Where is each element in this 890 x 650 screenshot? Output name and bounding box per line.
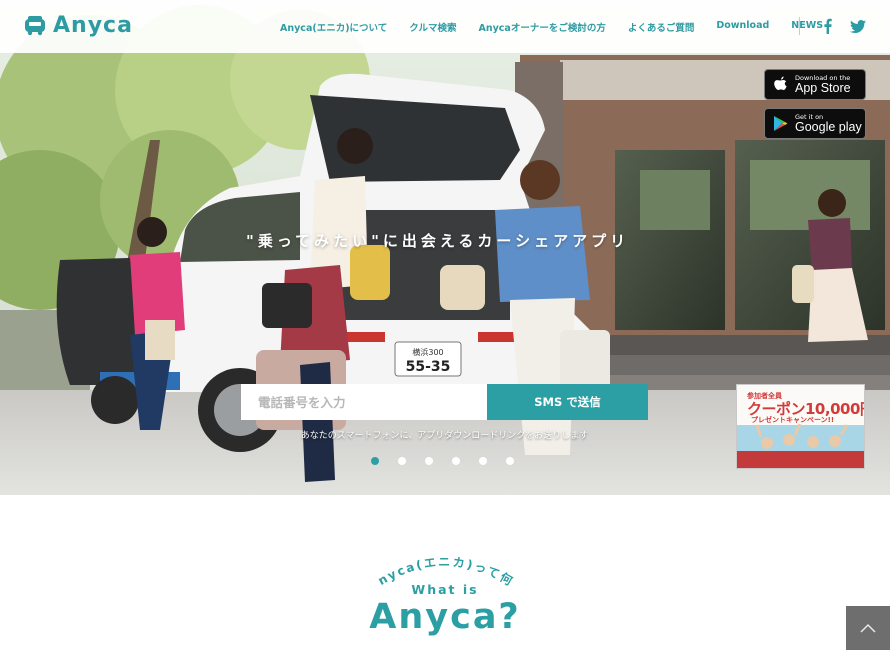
facebook-icon <box>823 18 832 34</box>
twitter-link[interactable] <box>849 17 867 35</box>
facebook-link[interactable] <box>818 17 836 35</box>
car-logo-icon <box>25 16 45 36</box>
google-play-badge[interactable]: Get it on Google play <box>764 108 866 139</box>
nav-car-search[interactable]: クルマ検索 <box>409 20 456 34</box>
apple-icon <box>774 76 787 90</box>
app-store-badge[interactable]: Download on the App Store <box>764 69 866 100</box>
carousel-dot[interactable] <box>506 457 514 465</box>
app-store-big-text: App Store <box>795 80 851 95</box>
nav-faq[interactable]: よくあるご質問 <box>628 20 695 34</box>
what-is-title: Anyca? <box>369 597 521 637</box>
hero-tagline: "乗ってみたい"に出会えるカーシェアアプリ <box>246 232 630 250</box>
nav-download[interactable]: Download <box>716 20 769 34</box>
carousel-dot[interactable] <box>398 457 406 465</box>
sms-send-button[interactable]: SMS で送信 <box>487 384 648 420</box>
twitter-icon <box>850 19 866 33</box>
what-is-label: What is <box>411 582 479 597</box>
nav-owners[interactable]: Anycaオーナーをご検討の方 <box>478 20 605 34</box>
main-nav: Anyca(エニカ)について クルマ検索 Anycaオーナーをご検討の方 よくあ… <box>280 20 823 34</box>
what-is-section: Anyca(エニカ)って何? What is Anyca? <box>0 495 890 650</box>
hero-banner: 横浜300 55-35 "乗ってみたい"に出会えるカーシェアアプリ Downlo… <box>0 0 890 495</box>
scroll-to-top-button[interactable] <box>846 606 890 650</box>
phone-number-input[interactable] <box>241 384 487 420</box>
carousel-dots <box>371 457 514 465</box>
nav-divider <box>799 17 800 35</box>
site-header: Anyca Anyca(エニカ)について クルマ検索 Anycaオーナーをご検討… <box>0 0 890 53</box>
logo-text: Anyca <box>53 13 133 38</box>
campaign-line3: プレゼントキャンペーン!! <box>751 416 835 424</box>
nav-about[interactable]: Anyca(エニカ)について <box>280 20 387 34</box>
carousel-dot[interactable] <box>479 457 487 465</box>
logo[interactable]: Anyca <box>24 13 133 38</box>
google-play-icon <box>774 116 788 131</box>
license-plate-top: 横浜300 <box>412 347 443 357</box>
sms-note: あなたのスマートフォンに、アプリダウンロードリンクをお送りします <box>300 431 589 441</box>
carousel-dot[interactable] <box>452 457 460 465</box>
carousel-dot[interactable] <box>371 457 379 465</box>
campaign-banner[interactable]: 参加者全員 クーポン10,000円分 プレゼントキャンペーン!! <box>736 384 865 469</box>
google-play-big-text: Google play <box>795 119 862 134</box>
license-plate-number: 55-35 <box>406 359 451 375</box>
carousel-dot[interactable] <box>425 457 433 465</box>
chevron-up-icon <box>860 623 876 633</box>
